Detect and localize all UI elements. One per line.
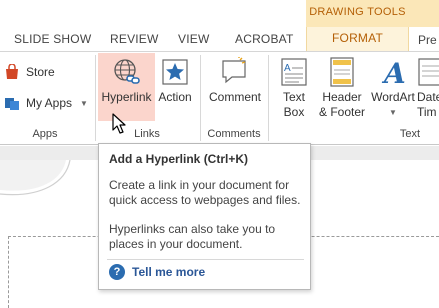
text-box-label-line2: Box	[283, 105, 305, 119]
my-apps-label: My Apps	[26, 96, 73, 110]
action-button[interactable]: Action	[155, 56, 195, 105]
store-button[interactable]: Store	[4, 63, 55, 80]
wordart-icon: A	[377, 56, 409, 88]
tab-acrobat[interactable]: ACROBAT	[235, 32, 294, 46]
tab-presenter-truncated[interactable]: Pre	[418, 33, 437, 47]
text-box-button[interactable]: A Text Box	[275, 56, 313, 120]
text-box-icon: A	[278, 56, 310, 88]
group-label-apps: Apps	[32, 128, 58, 140]
comment-icon	[219, 56, 251, 88]
drawing-tools-label: DRAWING TOOLS	[309, 6, 406, 18]
hyperlink-tooltip: Add a Hyperlink (Ctrl+K) Create a link i…	[98, 143, 311, 290]
header-footer-button[interactable]: Header & Footer	[314, 56, 370, 120]
header-footer-label-line2: & Footer	[318, 105, 366, 119]
tooltip-divider	[107, 259, 304, 260]
date-time-label-line1: Date	[417, 90, 439, 104]
hyperlink-button[interactable]: Hyperlink	[99, 56, 154, 105]
wordart-button[interactable]: A WordArt ▼	[367, 56, 419, 120]
tooltip-details-line1: Hyperlinks can also take you to	[109, 222, 276, 236]
tab-view[interactable]: VIEW	[178, 32, 209, 46]
date-time-label-line2: Tim	[417, 105, 437, 119]
tab-review[interactable]: REVIEW	[110, 32, 159, 46]
comment-button[interactable]: Comment	[204, 56, 266, 105]
my-apps-icon	[4, 95, 20, 111]
globe-link-icon	[111, 56, 143, 88]
header-footer-label-line1: Header	[322, 90, 362, 104]
my-apps-button[interactable]: My Apps ▼	[4, 95, 88, 111]
group-divider	[95, 55, 96, 141]
chevron-down-icon: ▼	[389, 108, 397, 117]
date-time-button[interactable]: Date Tim	[417, 56, 439, 120]
text-box-label-line1: Text	[282, 90, 305, 104]
help-icon: ?	[109, 264, 125, 280]
action-star-icon	[159, 56, 191, 88]
tooltip-description-line2: quick access to webpages and files.	[109, 193, 301, 207]
comment-label: Comment	[208, 90, 261, 104]
mouse-cursor-icon	[112, 113, 126, 134]
tooltip-details-line2: places in your document.	[109, 237, 243, 251]
group-label-text: Text	[399, 128, 421, 140]
svg-text:A: A	[284, 63, 291, 74]
chevron-down-icon: ▼	[80, 98, 88, 108]
group-label-comments: Comments	[207, 128, 261, 140]
hyperlink-label: Hyperlink	[101, 90, 152, 104]
tell-me-more-link[interactable]: ? Tell me more	[109, 264, 205, 280]
calendar-icon	[417, 56, 439, 88]
tooltip-details: Hyperlinks can also take you to places i…	[109, 222, 305, 252]
tab-slide-show[interactable]: SLIDE SHOW	[14, 32, 91, 46]
group-divider	[268, 55, 269, 141]
tooltip-description-line1: Create a link in your document for	[109, 178, 290, 192]
tooltip-title: Add a Hyperlink (Ctrl+K)	[109, 152, 249, 166]
store-label: Store	[26, 65, 55, 79]
store-icon	[4, 63, 20, 80]
tooltip-description: Create a link in your document for quick…	[109, 178, 305, 208]
svg-text:A: A	[381, 57, 406, 87]
tab-format[interactable]: FORMAT	[306, 27, 409, 51]
header-footer-icon	[326, 56, 358, 88]
wordart-label: WordArt	[371, 90, 415, 104]
action-label: Action	[158, 90, 192, 104]
group-divider	[200, 55, 201, 141]
group-label-links: Links	[134, 128, 160, 140]
tell-me-more-label: Tell me more	[132, 265, 206, 279]
